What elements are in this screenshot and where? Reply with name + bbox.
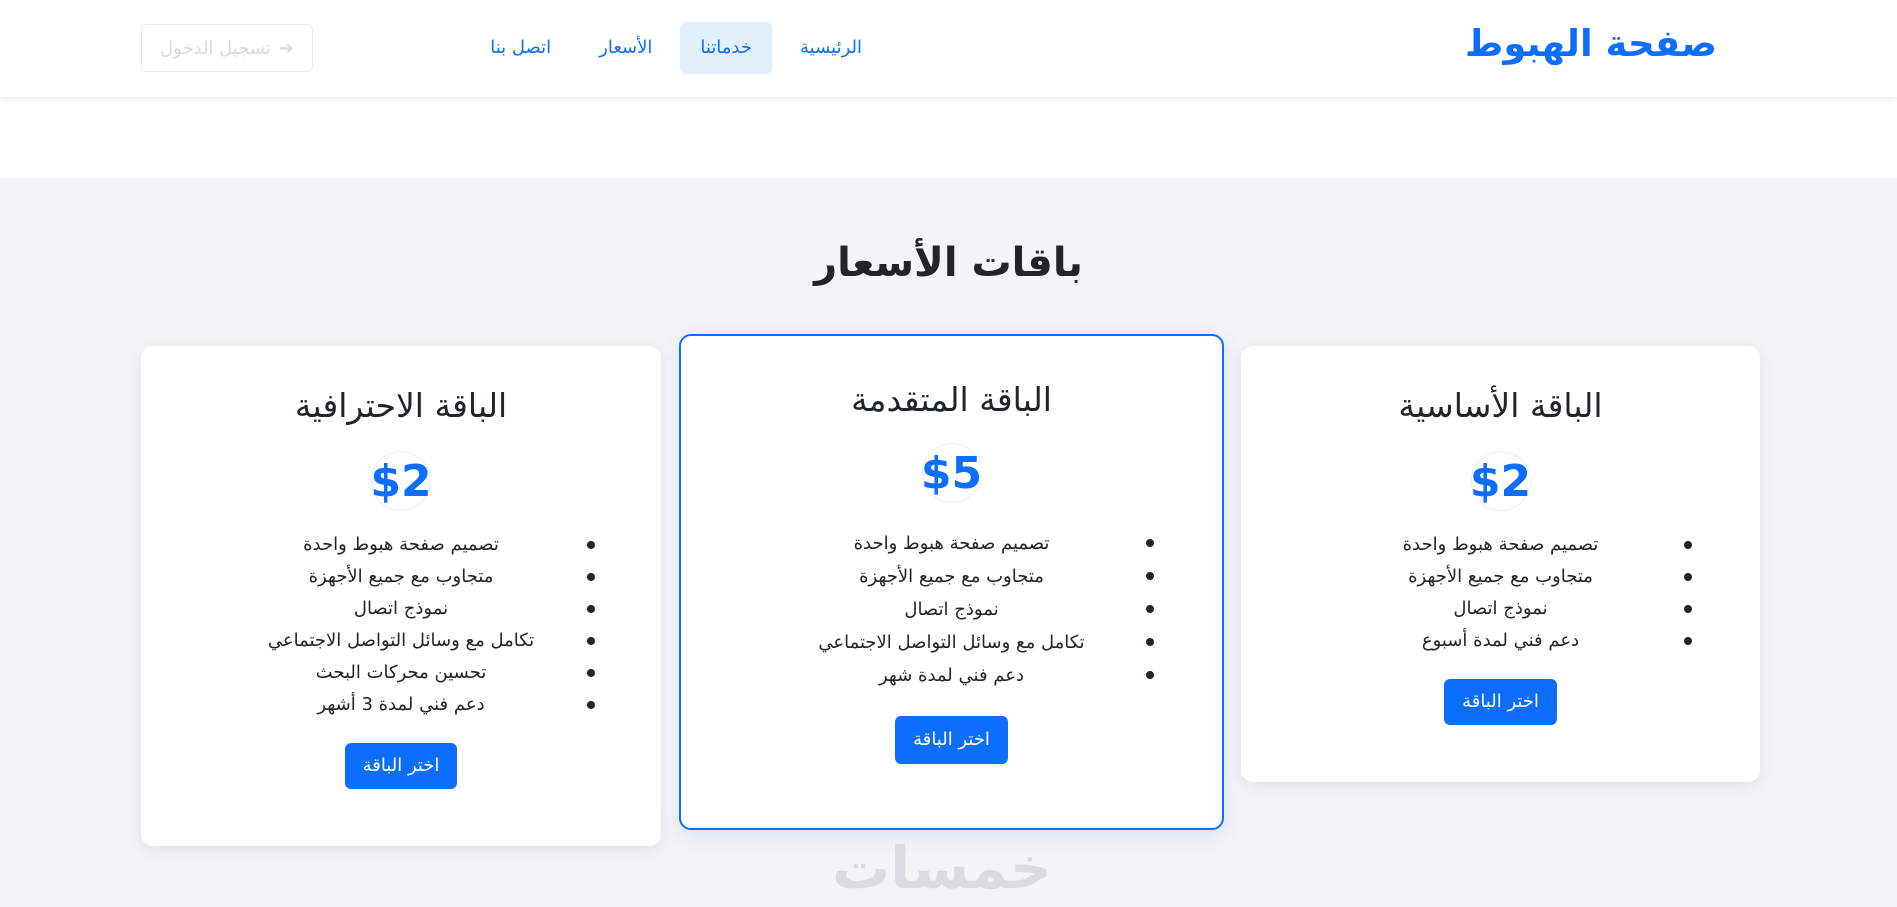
sign-in-icon: ➜ [278,37,295,59]
watermark-logo: خمسات [832,834,1052,902]
plan-price: $5 [920,447,983,499]
plan-price: $2 [1469,455,1532,507]
feature-item: تكامل مع وسائل التواصل الاجتماعي [141,625,661,657]
brand-logo[interactable]: صفحة الهبوط [1465,22,1717,65]
plan-card-advanced: الباقة المتقدمة $5 تصميم صفحة هبوط واحدة… [679,334,1224,830]
pricing-title: باقات الأسعار [814,240,1083,286]
plan-title: الباقة الأساسية [1398,386,1603,425]
plan-card-basic: الباقة الأساسية $2 تصميم صفحة هبوط واحدة… [1241,346,1760,782]
price-badge: $2 [370,451,432,511]
nav-link-contact[interactable]: اتصل بنا [470,22,571,74]
plan-title: الباقة الاحترافية [294,386,508,425]
feature-item: تصميم صفحة هبوط واحدة [681,527,1222,560]
pricing-section: باقات الأسعار الباقة الأساسية $2 تصميم ص… [0,178,1897,907]
price-badge: $2 [1469,451,1532,511]
feature-item: متجاوب مع جميع الأجهزة [681,560,1222,593]
feature-item: تصميم صفحة هبوط واحدة [141,529,661,561]
feature-list: تصميم صفحة هبوط واحدة متجاوب مع جميع الأ… [681,527,1222,692]
plan-price: $2 [370,455,432,507]
feature-list: تصميم صفحة هبوط واحدة متجاوب مع جميع الأ… [1241,529,1760,657]
feature-item: متجاوب مع جميع الأجهزة [141,561,661,593]
feature-item: تحسين محركات البحث [141,657,661,689]
feature-item: دعم فني لمدة أسبوع [1241,625,1760,657]
choose-plan-button[interactable]: اختر الباقة [344,743,458,789]
nav-link-home[interactable]: الرئيسية [780,22,882,74]
feature-item: دعم فني لمدة شهر [681,659,1222,692]
nav-link-services[interactable]: خدماتنا [680,22,772,74]
feature-item: نموذج اتصال [681,593,1222,626]
navbar: صفحة الهبوط الرئيسية خدماتنا الأسعار اتص… [0,0,1897,97]
login-label: تسجيل الدخول [160,37,271,59]
feature-item: نموذج اتصال [141,593,661,625]
choose-plan-button[interactable]: اختر الباقة [895,716,1008,764]
nav-link-pricing[interactable]: الأسعار [579,22,672,74]
feature-list: تصميم صفحة هبوط واحدة متجاوب مع جميع الأ… [141,529,661,721]
feature-item: تكامل مع وسائل التواصل الاجتماعي [681,626,1222,659]
feature-item: متجاوب مع جميع الأجهزة [1241,561,1760,593]
nav-links: الرئيسية خدماتنا الأسعار اتصل بنا [470,22,882,74]
price-badge: $5 [920,443,983,503]
feature-item: تصميم صفحة هبوط واحدة [1241,529,1760,561]
feature-item: نموذج اتصال [1241,593,1760,625]
plan-title: الباقة المتقدمة [851,380,1052,419]
login-button[interactable]: ➜ تسجيل الدخول [141,24,313,72]
plan-card-professional: الباقة الاحترافية $2 تصميم صفحة هبوط واح… [141,346,661,846]
choose-plan-button[interactable]: اختر الباقة [1444,679,1557,725]
feature-item: دعم فني لمدة 3 أشهر [141,689,661,721]
